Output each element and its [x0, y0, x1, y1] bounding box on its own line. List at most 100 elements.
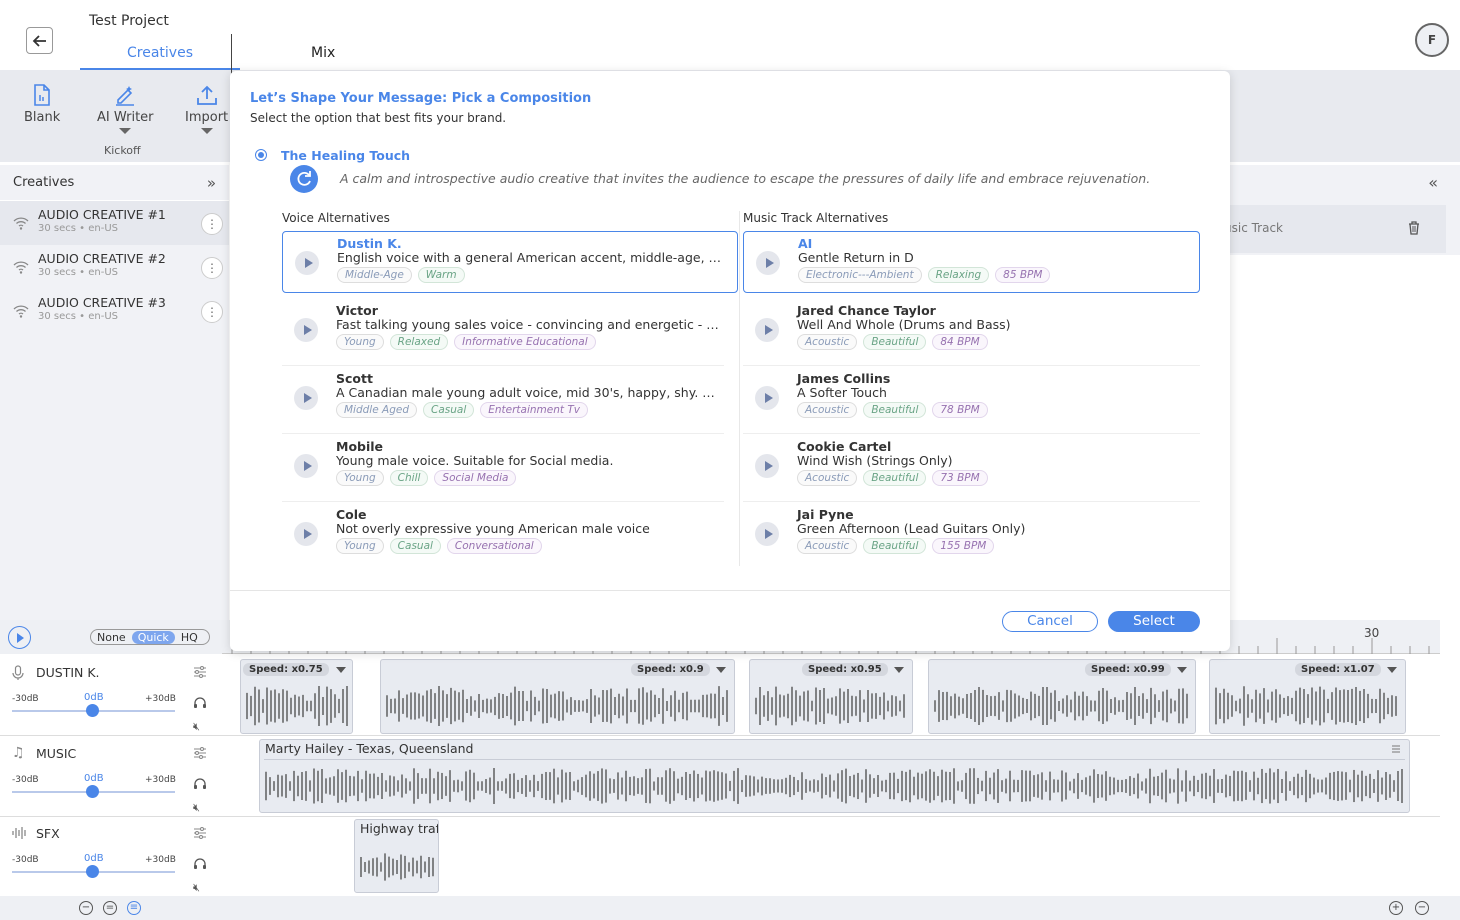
creative-item-2[interactable]: AUDIO CREATIVE #2 30 secs • en-US ⋮ — [0, 245, 229, 289]
creative-item-1[interactable]: AUDIO CREATIVE #1 30 secs • en-US ⋮ — [0, 201, 229, 245]
tab-creatives[interactable]: Creatives — [80, 45, 240, 70]
more-options-icon[interactable]: ⋮ — [201, 301, 223, 323]
voice-clip[interactable]: Speed: x0.99 — [928, 659, 1196, 734]
more-options-icon[interactable]: ⋮ — [201, 257, 223, 279]
sliders-icon[interactable] — [193, 666, 207, 678]
voice-option[interactable]: Scott A Canadian male young adult voice,… — [282, 367, 738, 434]
more-options-icon[interactable]: ⋮ — [201, 213, 223, 235]
headphones-icon[interactable] — [193, 696, 207, 709]
user-avatar[interactable]: F — [1415, 23, 1449, 57]
pen-icon — [116, 86, 135, 106]
mute-icon[interactable]: 🔇︎ — [193, 881, 200, 895]
zoom-in-icon[interactable]: + — [1389, 901, 1403, 915]
speed-badge[interactable]: Speed: x0.99 — [1085, 663, 1171, 676]
composition-modal: Let’s Shape Your Message: Pick a Composi… — [230, 71, 1230, 651]
tag: Social Media — [434, 470, 517, 486]
play-icon[interactable] — [756, 251, 780, 275]
chevron-down-icon[interactable] — [716, 667, 726, 673]
tag: Electronic---Ambient — [798, 267, 922, 283]
modal-footer-divider — [230, 590, 1230, 591]
play-icon[interactable] — [294, 454, 318, 478]
chevron-down-icon[interactable] — [894, 667, 904, 673]
back-button[interactable] — [26, 27, 53, 54]
headphones-icon[interactable] — [193, 857, 207, 870]
modal-title: Let’s Shape Your Message: Pick a Composi… — [250, 91, 592, 106]
collapse-right-icon[interactable]: » — [207, 174, 216, 192]
play-icon[interactable] — [755, 318, 779, 342]
chevron-down-icon[interactable] — [1177, 667, 1187, 673]
refresh-icon[interactable] — [290, 165, 318, 193]
play-icon[interactable] — [755, 386, 779, 410]
quality-none[interactable]: None — [91, 631, 132, 644]
sliders-icon[interactable] — [193, 747, 207, 759]
music-artist: Jai Pyne — [797, 507, 854, 522]
quality-selector[interactable]: None Quick HQ — [90, 629, 210, 645]
chevron-down-icon[interactable] — [336, 667, 346, 673]
composition-name[interactable]: The Healing Touch — [281, 148, 410, 163]
chevron-down-icon[interactable] — [119, 128, 132, 134]
headphones-icon[interactable] — [193, 777, 207, 790]
speed-badge[interactable]: Speed: x0.75 — [243, 663, 329, 676]
zoom-out-icon[interactable]: − — [1415, 901, 1429, 915]
voice-clip[interactable]: Speed: x1.07 — [1209, 659, 1406, 734]
play-icon[interactable] — [294, 318, 318, 342]
play-button[interactable] — [8, 626, 31, 649]
waveform — [386, 686, 728, 726]
chevron-down-icon[interactable] — [1387, 667, 1397, 673]
creative-name: AUDIO CREATIVE #2 — [38, 251, 166, 266]
app-header: Test Project Creatives Mix F — [0, 0, 1460, 70]
music-option[interactable]: Jared Chance Taylor Well And Whole (Drum… — [743, 299, 1214, 366]
music-option[interactable]: Jai Pyne Green Afternoon (Lead Guitars O… — [743, 503, 1214, 565]
speed-badge[interactable]: Speed: x0.95 — [802, 663, 888, 676]
music-option[interactable]: Cookie Cartel Wind Wish (Strings Only) A… — [743, 435, 1214, 502]
volume-slider-handle[interactable] — [86, 865, 99, 878]
waveform-icon — [12, 827, 26, 839]
tab-mix[interactable]: Mix — [311, 45, 335, 61]
ai-writer-button[interactable]: AI Writer — [97, 84, 154, 134]
voice-option[interactable]: Cole Not overly expressive young America… — [282, 503, 738, 565]
blank-button[interactable]: Blank — [24, 84, 60, 125]
music-clip[interactable]: Marty Hailey - Texas, Queensland — [259, 739, 1410, 813]
voice-option[interactable]: Dustin K. English voice with a general A… — [282, 231, 738, 293]
trash-icon[interactable] — [1408, 221, 1420, 235]
play-icon[interactable] — [294, 522, 318, 546]
play-icon[interactable] — [295, 251, 319, 275]
chevron-down-icon[interactable] — [200, 128, 213, 134]
voice-option[interactable]: Victor Fast talking young sales voice - … — [282, 299, 738, 366]
play-icon[interactable] — [755, 454, 779, 478]
cancel-button[interactable]: Cancel — [1002, 611, 1098, 632]
voice-clip[interactable]: Speed: x0.75 — [240, 659, 353, 734]
composition-radio[interactable] — [255, 149, 267, 161]
speed-badge[interactable]: Speed: x0.9 — [631, 663, 710, 676]
voice-option[interactable]: Mobile Young male voice. Suitable for So… — [282, 435, 738, 502]
voice-clip[interactable]: Speed: x0.95 — [749, 659, 913, 734]
column-divider — [739, 211, 740, 566]
tag: Acoustic — [797, 334, 858, 350]
mute-icon[interactable]: 🔇︎ — [193, 801, 200, 815]
volume-slider-handle[interactable] — [86, 704, 99, 717]
play-icon[interactable] — [294, 386, 318, 410]
zoom-out-icon[interactable]: − — [79, 901, 93, 915]
zoom-fit-icon[interactable]: = — [103, 901, 117, 915]
voice-clip[interactable]: Speed: x0.9 — [380, 659, 735, 734]
voice-name: Mobile — [336, 439, 384, 454]
sfx-clip[interactable]: Highway traf — [354, 819, 439, 893]
quality-quick[interactable]: Quick — [131, 630, 175, 644]
music-track-item[interactable]: usic Track — [1224, 205, 1446, 253]
music-option[interactable]: AI Gentle Return in D Electronic---Ambie… — [743, 231, 1200, 293]
creative-item-3[interactable]: AUDIO CREATIVE #3 30 secs • en-US ⋮ — [0, 289, 229, 333]
import-button[interactable]: Import — [185, 84, 228, 134]
play-icon[interactable] — [755, 522, 779, 546]
voice-tags: Young Chill Social Media — [336, 470, 517, 486]
volume-slider-handle[interactable] — [86, 785, 99, 798]
sliders-icon[interactable] — [193, 827, 207, 839]
mute-icon[interactable]: 🔇︎ — [193, 720, 200, 734]
music-option[interactable]: James Collins A Softer Touch Acoustic Be… — [743, 367, 1214, 434]
speed-badge[interactable]: Speed: x1.07 — [1295, 663, 1381, 676]
sliders-icon[interactable] — [1391, 744, 1401, 754]
collapse-left-icon[interactable]: « — [1428, 173, 1438, 192]
zoom-lines-icon[interactable]: ≡ — [127, 901, 141, 915]
creatives-panel-header: Creatives » — [0, 165, 229, 201]
select-button[interactable]: Select — [1108, 611, 1200, 632]
quality-hq[interactable]: HQ — [175, 631, 204, 644]
